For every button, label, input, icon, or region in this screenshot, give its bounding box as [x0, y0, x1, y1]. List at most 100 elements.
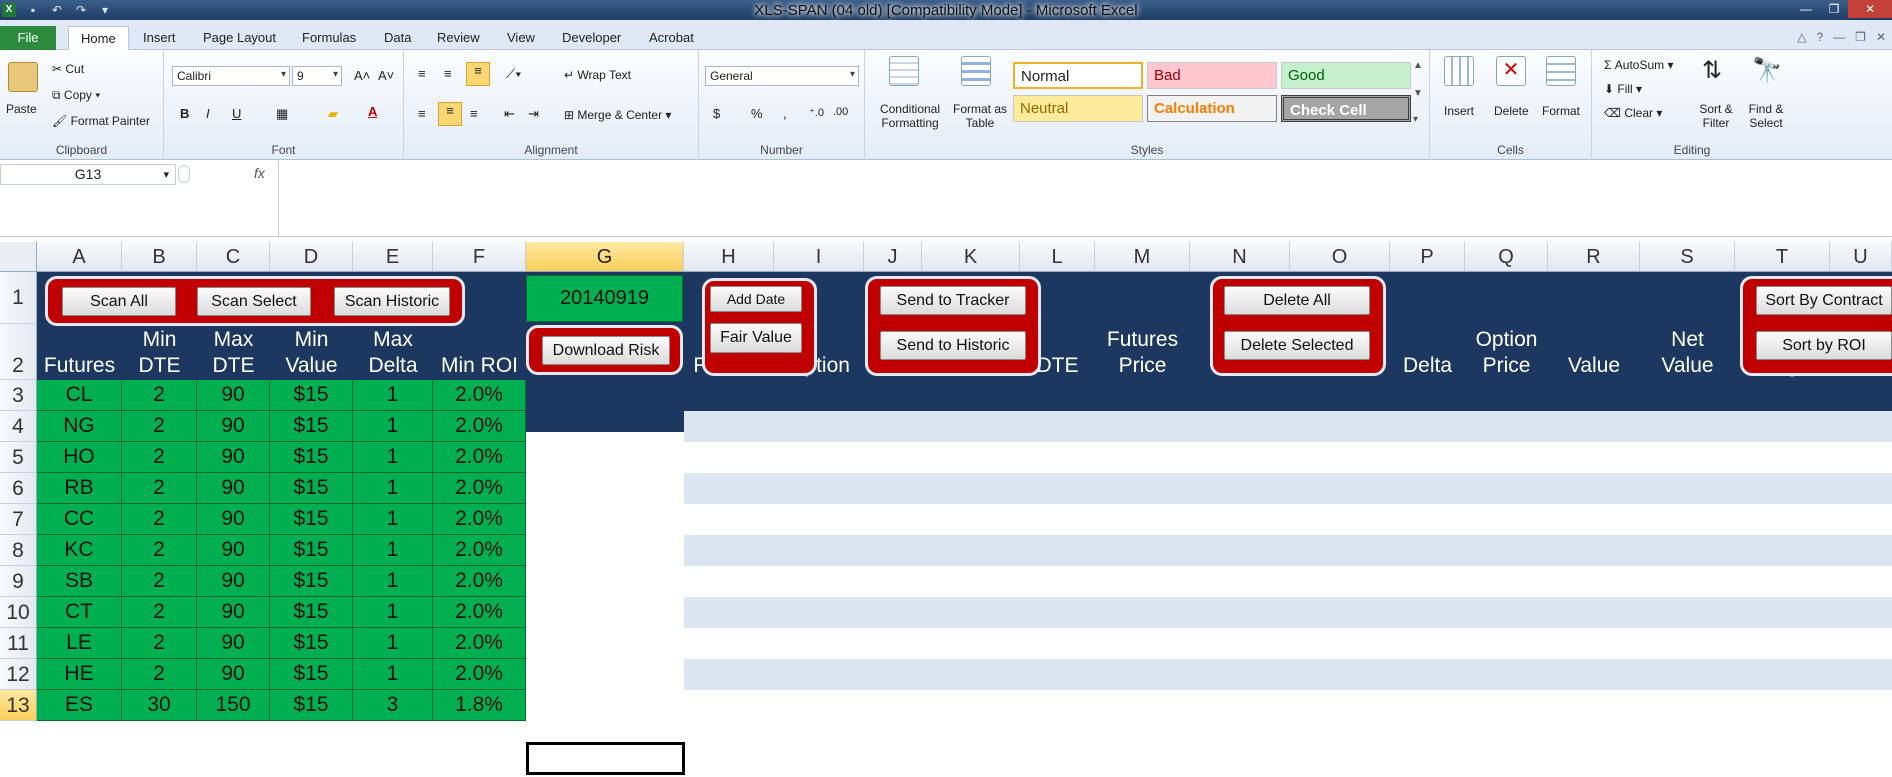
table-cell[interactable]: 2	[122, 566, 197, 597]
collapse-ribbon-icon[interactable]: △	[1797, 30, 1806, 44]
table-cell[interactable]: $15	[270, 659, 353, 690]
sort-by-roi-button[interactable]: Sort by ROI	[1756, 331, 1892, 360]
column-header-t[interactable]: T	[1735, 242, 1830, 272]
autosum-button[interactable]: Σ AutoSum ▾	[1604, 58, 1673, 72]
column-header-o[interactable]: O	[1290, 242, 1390, 272]
column-header-e[interactable]: E	[353, 242, 433, 272]
sort-by-contract-button[interactable]: Sort By Contract	[1756, 286, 1892, 315]
row-header-8[interactable]: 8	[0, 535, 37, 566]
sort-filter-icon[interactable]: ⇅	[1702, 56, 1722, 85]
borders-icon[interactable]: ▦	[276, 106, 288, 122]
insert-cells-icon[interactable]	[1444, 56, 1474, 86]
table-cell[interactable]: $15	[270, 411, 353, 442]
formula-bar-grip-icon[interactable]	[178, 165, 190, 183]
table-cell[interactable]: KC	[37, 535, 122, 566]
column-header-i[interactable]: I	[774, 242, 864, 272]
table-cell[interactable]: 2.0%	[433, 628, 526, 659]
tab-home[interactable]: Home	[68, 26, 129, 51]
row-header-7[interactable]: 7	[0, 504, 37, 535]
minimize-icon[interactable]: —	[1792, 0, 1820, 18]
tab-view[interactable]: View	[507, 30, 535, 45]
table-cell[interactable]: 2.0%	[433, 380, 526, 411]
merge-center-button[interactable]: ⊞ Merge & Center ▾	[564, 108, 671, 122]
row-header-2[interactable]: 2	[0, 324, 37, 380]
insert-function-icon[interactable]: fx	[254, 165, 265, 181]
table-cell[interactable]: $15	[270, 535, 353, 566]
conditional-formatting-button[interactable]: Conditional Formatting	[869, 102, 951, 130]
table-cell[interactable]: ES	[37, 690, 122, 721]
decrease-indent-icon[interactable]: ⇤	[504, 106, 515, 122]
table-cell[interactable]: 2	[122, 473, 197, 504]
tab-page-layout[interactable]: Page Layout	[203, 30, 276, 45]
row-header-13[interactable]: 13	[0, 690, 37, 721]
font-color-icon[interactable]: A	[368, 104, 377, 119]
row-header-11[interactable]: 11	[0, 628, 37, 659]
bold-button[interactable]: B	[180, 106, 189, 121]
table-cell[interactable]: $15	[270, 566, 353, 597]
column-header-h[interactable]: H	[684, 242, 774, 272]
table-cell[interactable]: 1	[353, 597, 433, 628]
table-cell[interactable]: SB	[37, 566, 122, 597]
table-cell[interactable]: CL	[37, 380, 122, 411]
table-cell[interactable]: $15	[270, 442, 353, 473]
scan-select-button[interactable]: Scan Select	[197, 287, 311, 316]
close-icon[interactable]: ✕	[1848, 0, 1892, 18]
table-cell[interactable]: $15	[270, 690, 353, 721]
column-header-j[interactable]: J	[864, 242, 922, 272]
table-cell[interactable]: CT	[37, 597, 122, 628]
find-select-button[interactable]: Find & Select	[1740, 102, 1792, 130]
column-header-u[interactable]: U	[1830, 242, 1892, 272]
column-header-a[interactable]: A	[37, 242, 122, 272]
shrink-font-icon[interactable]: A˅	[378, 68, 394, 83]
delete-cells-icon[interactable]: ✕	[1496, 56, 1526, 86]
table-cell[interactable]: 2.0%	[433, 566, 526, 597]
align-left-icon[interactable]: ≡	[418, 106, 426, 121]
help-icon[interactable]: ?	[1816, 30, 1823, 44]
table-cell[interactable]: 2.0%	[433, 473, 526, 504]
tab-file[interactable]: File	[0, 26, 56, 50]
fill-color-icon[interactable]: ▰	[328, 106, 338, 122]
table-cell[interactable]: 2.0%	[433, 504, 526, 535]
restore-icon[interactable]: ❐	[1820, 0, 1848, 18]
format-as-table-icon[interactable]	[961, 56, 991, 86]
table-cell[interactable]: 1	[353, 442, 433, 473]
format-as-table-button[interactable]: Format as Table	[949, 102, 1011, 130]
insert-button[interactable]: Insert	[1444, 104, 1474, 118]
table-cell[interactable]: 2.0%	[433, 411, 526, 442]
paste-button[interactable]: Paste	[6, 102, 37, 116]
clear-button[interactable]: ⌫ Clear ▾	[1604, 106, 1662, 120]
row-header-10[interactable]: 10	[0, 597, 37, 628]
table-cell[interactable]: 2	[122, 504, 197, 535]
tab-insert[interactable]: Insert	[143, 30, 176, 45]
tab-formulas[interactable]: Formulas	[302, 30, 356, 45]
table-cell[interactable]: 1	[353, 380, 433, 411]
table-cell[interactable]: $15	[270, 473, 353, 504]
style-bad[interactable]: Bad	[1147, 62, 1277, 89]
decrease-decimal-icon[interactable]: .00	[833, 106, 848, 118]
table-cell[interactable]: $15	[270, 380, 353, 411]
style-calculation[interactable]: Calculation	[1147, 95, 1277, 122]
align-bottom-icon[interactable]: ≡	[466, 62, 490, 86]
style-check-cell[interactable]: Check Cell	[1281, 95, 1411, 122]
table-cell[interactable]: 1	[353, 535, 433, 566]
table-cell[interactable]: 2	[122, 659, 197, 690]
table-cell[interactable]: 1	[353, 566, 433, 597]
row-header-12[interactable]: 12	[0, 659, 37, 690]
align-right-icon[interactable]: ≡	[470, 106, 478, 121]
cut-button[interactable]: ✂ Cut	[52, 62, 84, 76]
table-cell[interactable]: 90	[197, 535, 270, 566]
currency-button[interactable]: $	[713, 106, 720, 121]
row-header-6[interactable]: 6	[0, 473, 37, 504]
column-header-p[interactable]: P	[1390, 242, 1465, 272]
name-box[interactable]: G13	[0, 164, 176, 185]
column-header-d[interactable]: D	[270, 242, 353, 272]
scan-all-button[interactable]: Scan All	[62, 287, 176, 316]
table-cell[interactable]: 90	[197, 628, 270, 659]
align-top-icon[interactable]: ≡	[418, 66, 426, 81]
font-size-combo[interactable]: 9	[292, 66, 342, 86]
align-center-icon[interactable]: ≡	[438, 102, 462, 126]
styles-scroll-down-icon[interactable]: ▼	[1413, 88, 1423, 99]
doc-close-icon[interactable]: ✕	[1876, 30, 1886, 44]
table-cell[interactable]: $15	[270, 628, 353, 659]
table-cell[interactable]: LE	[37, 628, 122, 659]
